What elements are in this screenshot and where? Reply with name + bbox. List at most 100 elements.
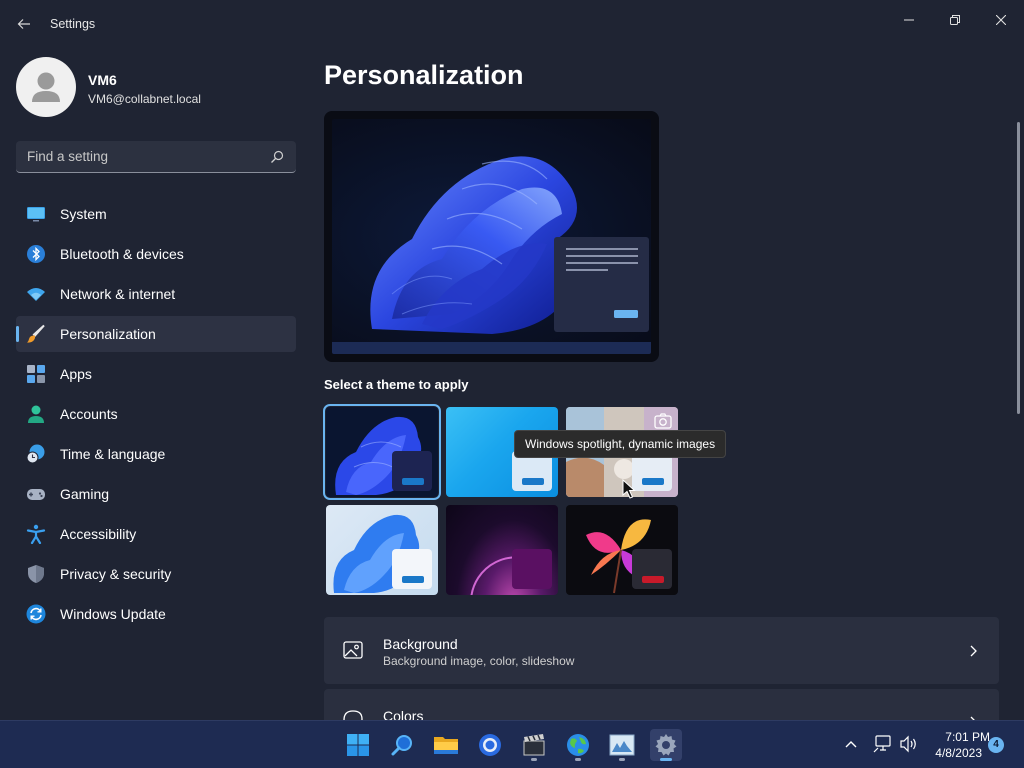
- clapperboard-icon: [523, 734, 545, 756]
- sidebar-item-label: Time & language: [60, 446, 166, 462]
- clock-date[interactable]: 4/8/2023: [920, 746, 982, 760]
- palette-icon: [343, 710, 363, 720]
- running-indicator: [575, 758, 581, 761]
- app-title: Settings: [50, 17, 96, 31]
- search-input[interactable]: Find a setting: [16, 141, 296, 173]
- scrollbar[interactable]: [1017, 122, 1020, 414]
- search-icon: [271, 150, 284, 163]
- colors-settings-card[interactable]: Colors: [324, 689, 999, 720]
- update-icon: [26, 604, 46, 624]
- globe-clock-icon: [26, 444, 45, 464]
- user-email: VM6@collabnet.local: [88, 92, 201, 106]
- sidebar-item-label: System: [60, 206, 107, 222]
- accessibility-icon: [26, 524, 46, 544]
- mouse-cursor-icon: [622, 479, 636, 499]
- bluetooth-icon: [27, 245, 45, 263]
- sidebar-nav: System Bluetooth & devices Network & int…: [16, 196, 296, 636]
- wifi-icon: [27, 288, 45, 301]
- sidebar-item-label: Windows Update: [60, 606, 166, 622]
- settings-window: Settings VM6 VM6@collabnet.local Find a …: [0, 0, 1024, 720]
- chevron-up-icon[interactable]: [842, 735, 860, 753]
- minimize-button[interactable]: [886, 4, 932, 36]
- minimize-icon: [904, 19, 914, 21]
- tooltip: Windows spotlight, dynamic images: [514, 430, 727, 458]
- globe-icon: [567, 734, 589, 756]
- sidebar-item-privacy-security[interactable]: Privacy & security: [16, 556, 296, 592]
- network-icon[interactable]: [873, 735, 893, 753]
- theme-window-swatch: [392, 451, 432, 491]
- user-avatar-icon: [32, 72, 60, 102]
- windows-start-icon: [347, 734, 369, 756]
- sidebar-item-apps[interactable]: Apps: [16, 356, 296, 392]
- sidebar-item-gaming[interactable]: Gaming: [16, 476, 296, 512]
- preview-text-lines: [566, 248, 638, 318]
- sidebar-item-network[interactable]: Network & internet: [16, 276, 296, 312]
- close-icon: [996, 15, 1006, 25]
- active-indicator: [16, 326, 19, 342]
- taskbar: 7:01 PM 4/8/2023 4: [0, 720, 1024, 768]
- taskbar-maps[interactable]: [562, 729, 594, 761]
- clock-time[interactable]: 7:01 PM: [920, 730, 990, 744]
- theme-thumbnail-windows-light[interactable]: [326, 505, 438, 595]
- running-indicator: [619, 758, 625, 761]
- avatar[interactable]: [16, 57, 76, 117]
- sidebar-item-system[interactable]: System: [16, 196, 296, 232]
- background-settings-card[interactable]: Background Background image, color, slid…: [324, 617, 999, 684]
- sidebar-item-label: Accounts: [60, 406, 118, 422]
- card-subtitle: Background image, color, slideshow: [383, 654, 575, 668]
- chrome-icon: [479, 734, 501, 756]
- sidebar-item-label: Accessibility: [60, 526, 137, 542]
- sidebar-item-accessibility[interactable]: Accessibility: [16, 516, 296, 552]
- sidebar-item-accounts[interactable]: Accounts: [16, 396, 296, 432]
- taskbar-photos[interactable]: [606, 729, 638, 761]
- notification-badge[interactable]: 4: [988, 737, 1004, 753]
- taskbar-search-button[interactable]: [386, 729, 418, 761]
- theme-thumbnail-captured-motion[interactable]: [446, 505, 558, 595]
- theme-preview: [324, 111, 659, 362]
- shield-icon: [28, 565, 44, 583]
- sidebar-item-label: Gaming: [60, 486, 110, 502]
- taskbar-file-explorer[interactable]: [430, 729, 462, 761]
- monitor-icon: [27, 207, 45, 222]
- theme-accent-swatch: [642, 576, 664, 583]
- gamepad-icon: [27, 489, 45, 500]
- taskbar-settings[interactable]: [650, 729, 682, 761]
- running-indicator: [660, 758, 672, 761]
- sidebar-item-label: Bluetooth & devices: [60, 246, 184, 262]
- sidebar-item-label: Apps: [60, 366, 92, 382]
- theme-thumbnail-windows-dark[interactable]: [323, 404, 441, 500]
- theme-accent-swatch: [642, 478, 664, 485]
- running-indicator: [531, 758, 537, 761]
- sidebar-item-bluetooth[interactable]: Bluetooth & devices: [16, 236, 296, 272]
- sidebar-item-label: Privacy & security: [60, 566, 172, 582]
- back-button[interactable]: [12, 12, 36, 36]
- title-bar: Settings: [0, 0, 1024, 48]
- theme-window-swatch: [392, 549, 432, 589]
- search-placeholder: Find a setting: [27, 149, 109, 164]
- theme-window-swatch: [632, 549, 672, 589]
- picture-icon: [609, 734, 635, 756]
- sidebar-item-label: Network & internet: [60, 286, 176, 302]
- taskbar-start-button[interactable]: [342, 729, 374, 761]
- card-title: Colors: [383, 708, 424, 720]
- sidebar-item-time-language[interactable]: Time & language: [16, 436, 296, 472]
- sidebar-item-personalization[interactable]: Personalization: [16, 316, 296, 352]
- user-name: VM6: [88, 72, 117, 88]
- image-icon: [343, 641, 363, 659]
- card-title: Background: [383, 636, 458, 652]
- theme-window-swatch: [512, 549, 552, 589]
- sidebar-item-windows-update[interactable]: Windows Update: [16, 596, 296, 632]
- volume-icon[interactable]: [899, 735, 919, 753]
- apps-icon: [27, 365, 45, 383]
- theme-accent-swatch: [402, 576, 424, 583]
- folder-icon: [434, 737, 458, 754]
- maximize-button[interactable]: [932, 4, 978, 36]
- maximize-icon: [950, 15, 960, 25]
- brush-icon: [27, 324, 45, 343]
- taskbar-chrome[interactable]: [474, 729, 506, 761]
- taskbar-media-player[interactable]: [518, 729, 550, 761]
- close-button[interactable]: [978, 4, 1024, 36]
- theme-thumbnail-flow[interactable]: [566, 505, 678, 595]
- preview-desktop: [332, 119, 651, 354]
- theme-heading: Select a theme to apply: [324, 377, 469, 392]
